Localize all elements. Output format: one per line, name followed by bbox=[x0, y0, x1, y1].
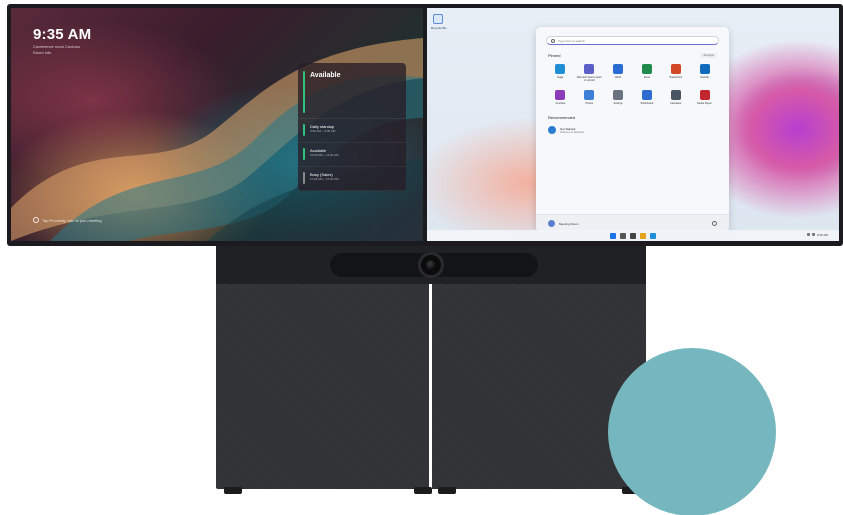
room-clock: 9:35 AM bbox=[33, 26, 92, 43]
schedule-slot[interactable]: Available 10:00 AM – 11:00 AM bbox=[298, 143, 406, 167]
start-search-input[interactable]: Type here to search bbox=[546, 36, 719, 45]
dual-display: 9:35 AM Conference room Contoso Room inf… bbox=[7, 4, 843, 246]
app-label: Edge bbox=[557, 76, 564, 79]
stand-foot bbox=[414, 487, 432, 494]
power-icon[interactable] bbox=[712, 221, 717, 226]
pinned-header: Pinned All apps bbox=[548, 53, 717, 58]
app-icon bbox=[670, 90, 681, 100]
pinned-app[interactable]: Edge bbox=[546, 64, 575, 82]
system-tray[interactable]: 9:35 AM bbox=[807, 233, 831, 238]
recycle-bin-icon[interactable] bbox=[433, 14, 443, 24]
stand-foot bbox=[438, 487, 456, 494]
stand-fabric-left bbox=[216, 284, 429, 489]
pinned-app[interactable]: Outlook bbox=[690, 64, 719, 82]
app-icon bbox=[613, 64, 624, 74]
pinned-app[interactable]: Photos bbox=[575, 90, 604, 105]
app-icon bbox=[641, 64, 652, 74]
app-icon bbox=[584, 64, 595, 74]
edge-icon[interactable] bbox=[650, 232, 656, 239]
start-menu: Type here to search Pinned All apps Edge… bbox=[536, 27, 729, 232]
pinned-app[interactable]: Media Player bbox=[690, 90, 719, 105]
camera-lens bbox=[418, 252, 444, 278]
app-icon bbox=[584, 90, 595, 100]
app-icon bbox=[613, 90, 624, 100]
proximity-join[interactable]: Tap Proximity Join to join meeting bbox=[33, 217, 102, 223]
wifi-icon bbox=[807, 233, 810, 236]
status-available: Available bbox=[298, 63, 406, 119]
windows-desktop-screen: Recycle Bin Type here to search Pinned A… bbox=[427, 8, 839, 241]
pinned-app[interactable]: Calculator bbox=[661, 90, 690, 105]
room-info: Conference room Contoso Room info bbox=[33, 44, 80, 55]
get-started-icon bbox=[548, 126, 556, 134]
search-icon[interactable] bbox=[620, 232, 626, 239]
app-icon bbox=[699, 64, 710, 74]
file-explorer-icon[interactable] bbox=[640, 232, 646, 239]
desktop-icon-label: Recycle Bin bbox=[431, 26, 447, 30]
app-label: OneNote bbox=[555, 102, 566, 105]
avatar bbox=[548, 220, 555, 227]
search-icon bbox=[551, 38, 555, 43]
schedule-slot[interactable]: Daily standup 9:00 AM – 9:30 AM bbox=[298, 119, 406, 143]
stand-foot bbox=[224, 487, 242, 494]
app-label: PowerPoint bbox=[669, 76, 683, 79]
task-view-icon[interactable] bbox=[630, 232, 636, 239]
app-label: Excel bbox=[643, 76, 650, 79]
pinned-app[interactable]: OneNote bbox=[546, 90, 575, 105]
app-icon bbox=[555, 90, 566, 100]
teams-room-screen: 9:35 AM Conference room Contoso Room inf… bbox=[11, 8, 423, 241]
room-status-card[interactable]: Available Daily standup 9:00 AM – 9:30 A… bbox=[298, 63, 406, 191]
app-label: Settings bbox=[613, 102, 623, 105]
pinned-app[interactable]: PowerPoint bbox=[661, 64, 690, 82]
proximity-icon bbox=[33, 217, 39, 223]
recommended-item[interactable]: Get Started Welcome to Windows bbox=[548, 126, 717, 134]
pinned-apps-grid: Edge Microsoft Teams (work or school) Word… bbox=[546, 64, 719, 105]
decorative-circle bbox=[608, 348, 776, 515]
app-label: Media Player bbox=[697, 102, 712, 105]
volume-icon bbox=[812, 233, 815, 236]
app-label: Microsoft Teams (work or school) bbox=[576, 76, 602, 82]
app-label: Photos bbox=[585, 102, 594, 105]
pinned-app[interactable]: Whiteboard bbox=[633, 90, 662, 105]
app-icon bbox=[670, 64, 681, 74]
pinned-app[interactable]: Word bbox=[604, 64, 633, 82]
app-icon bbox=[699, 90, 710, 100]
pinned-app[interactable]: Microsoft Teams (work or school) bbox=[575, 64, 604, 82]
taskbar-clock: 9:35 AM bbox=[817, 233, 829, 237]
taskbar: 9:35 AM bbox=[427, 230, 839, 241]
status-title: Available bbox=[310, 72, 341, 79]
app-label: Word bbox=[615, 76, 622, 79]
start-icon[interactable] bbox=[610, 232, 616, 239]
app-label: Outlook bbox=[700, 76, 709, 79]
schedule-slot[interactable]: Busy (Sales) 11:00 AM – 12:00 PM bbox=[298, 167, 406, 191]
app-label: Whiteboard bbox=[640, 102, 654, 105]
user-account-button[interactable]: Meeting Room bbox=[548, 220, 579, 227]
pinned-app[interactable]: Settings bbox=[604, 90, 633, 105]
app-label: Calculator bbox=[670, 102, 682, 105]
pinned-app[interactable]: Excel bbox=[633, 64, 662, 82]
app-icon bbox=[641, 90, 652, 100]
app-icon bbox=[555, 64, 566, 74]
all-apps-button[interactable]: All apps bbox=[700, 53, 717, 58]
recommended-header: Recommended bbox=[548, 115, 576, 120]
